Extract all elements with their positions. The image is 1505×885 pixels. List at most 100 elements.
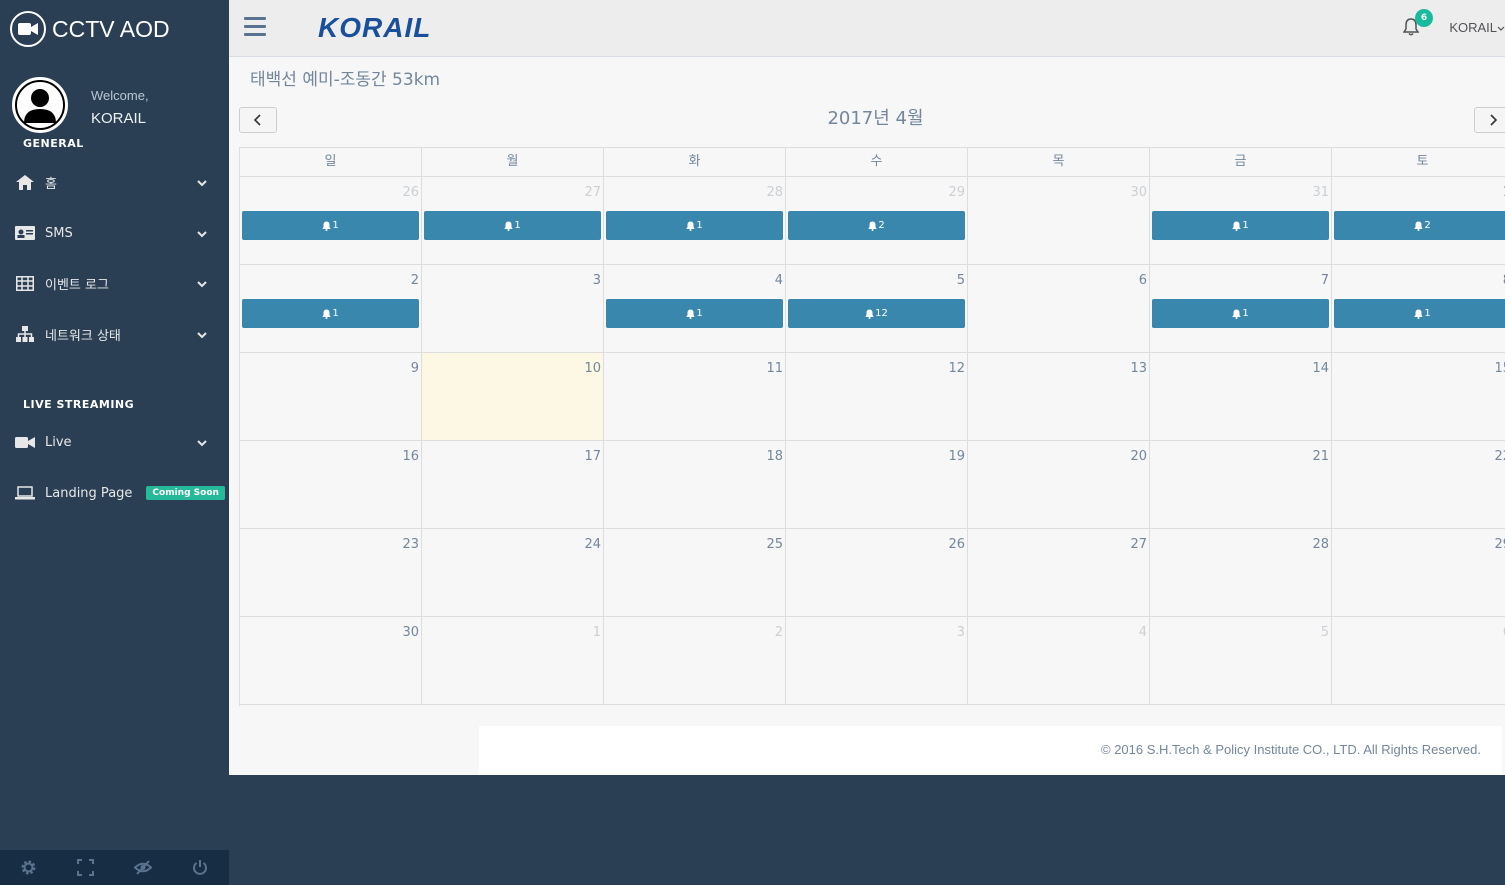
calendar-day-cell[interactable]: 28 1	[604, 177, 786, 265]
calendar-day-cell[interactable]: 15	[1332, 353, 1505, 441]
day-number: 14	[1312, 361, 1329, 376]
calendar-day-cell[interactable]: 30	[240, 617, 422, 705]
calendar-day-cell[interactable]: 29	[1332, 529, 1505, 617]
calendar-day-cell[interactable]: 26 1	[240, 177, 422, 265]
calendar-day-cell[interactable]: 27 1	[422, 177, 604, 265]
event-badge[interactable]: 2	[1334, 211, 1505, 240]
calendar-day-cell[interactable]: 21	[240, 265, 422, 353]
day-number: 5	[956, 273, 965, 288]
brand[interactable]: CCTV AOD	[10, 11, 170, 47]
main-content: 태백선 예미-조동간 53km 2017년 4월 일 월 화 수 목 금 토 26 1 27 1 28…	[229, 57, 1505, 775]
weekday-header: 월	[422, 148, 604, 177]
calendar-day-cell[interactable]: 24	[422, 529, 604, 617]
event-count: 1	[696, 220, 703, 231]
calendar-day-cell[interactable]: 12	[786, 353, 968, 441]
calendar-day-cell[interactable]: 1	[422, 617, 604, 705]
calendar-day-cell[interactable]: 21	[1150, 441, 1332, 529]
calendar-day-cell[interactable]: 41	[604, 265, 786, 353]
calendar-day-cell[interactable]: 6	[1332, 617, 1505, 705]
chevron-right-icon	[1490, 114, 1497, 126]
calendar-day-cell[interactable]: 31 1	[1150, 177, 1332, 265]
calendar-day-cell[interactable]: 71	[1150, 265, 1332, 353]
calendar-day-cell[interactable]: 25	[604, 529, 786, 617]
event-badge[interactable]: 1	[242, 299, 419, 328]
day-number: 28	[766, 185, 783, 200]
calendar-day-cell[interactable]: 16	[240, 441, 422, 529]
sidebar-item-label: SMS	[45, 225, 73, 241]
calendar-day-cell[interactable]: 12	[1332, 177, 1505, 265]
weekday-header: 목	[968, 148, 1150, 177]
event-badge[interactable]: 12	[788, 299, 965, 328]
calendar-day-cell[interactable]: 22	[1332, 441, 1505, 529]
event-badge[interactable]: 1	[606, 299, 783, 328]
calendar-day-cell[interactable]: 27	[968, 529, 1150, 617]
calendar-day-cell[interactable]: 30	[968, 177, 1150, 265]
sidebar-footer	[0, 850, 229, 885]
calendar-day-cell[interactable]: 14	[1150, 353, 1332, 441]
sidebar-item-home[interactable]: 홈	[0, 164, 229, 200]
calendar-day-cell[interactable]: 23	[240, 529, 422, 617]
event-badge[interactable]: 1	[606, 211, 783, 240]
calendar-day-cell[interactable]: 18	[604, 441, 786, 529]
day-number: 21	[1312, 449, 1329, 464]
calendar-day-cell[interactable]: 3	[786, 617, 968, 705]
event-badge[interactable]: 1	[1334, 299, 1505, 328]
sidebar-item-event-log[interactable]: 이벤트 로그	[0, 265, 229, 301]
chevron-down-icon	[197, 176, 207, 191]
day-number: 2	[410, 273, 419, 288]
calendar-day-cell[interactable]: 4	[968, 617, 1150, 705]
event-badge[interactable]: 1	[242, 211, 419, 240]
event-badge[interactable]: 1	[424, 211, 601, 240]
calendar-day-cell[interactable]: 29 2	[786, 177, 968, 265]
sidebar-item-sms[interactable]: SMS	[0, 215, 229, 251]
calendar-day-cell[interactable]: 17	[422, 441, 604, 529]
calendar-day-cell[interactable]: 81	[1332, 265, 1505, 353]
day-number: 25	[766, 537, 783, 552]
calendar-day-cell[interactable]: 13	[968, 353, 1150, 441]
sidebar-item-landing-page[interactable]: Landing Page Coming Soon	[0, 475, 229, 511]
event-badge[interactable]: 2	[788, 211, 965, 240]
day-number: 26	[402, 185, 419, 200]
next-month-button[interactable]	[1474, 107, 1505, 133]
event-count: 1	[1242, 220, 1249, 231]
event-badge[interactable]: 1	[1152, 299, 1329, 328]
user-menu-dropdown[interactable]: KORAIL	[1449, 20, 1505, 35]
calendar-day-cell[interactable]: 5 12	[786, 265, 968, 353]
calendar-day-cell[interactable]: 5	[1150, 617, 1332, 705]
calendar-grid: 일월화수목금토261271281292303111221341512671819…	[239, 147, 1505, 706]
id-card-icon	[15, 225, 35, 241]
fullscreen-icon[interactable]	[74, 856, 98, 880]
calendar-day-cell[interactable]: 11	[604, 353, 786, 441]
sidebar-item-label: Live	[45, 434, 72, 450]
day-number: 4	[1138, 625, 1147, 640]
calendar-day-cell[interactable]: 10	[422, 353, 604, 441]
calendar-day-cell[interactable]: 28	[1150, 529, 1332, 617]
calendar-day-cell[interactable]: 20	[968, 441, 1150, 529]
day-number: 3	[592, 273, 601, 288]
calendar-day-cell[interactable]: 26	[786, 529, 968, 617]
power-icon[interactable]	[188, 856, 212, 880]
day-number: 3	[956, 625, 965, 640]
bell-icon	[686, 309, 696, 319]
day-number: 10	[584, 361, 601, 376]
prev-month-button[interactable]	[239, 107, 277, 133]
calendar-day-cell[interactable]: 3	[422, 265, 604, 353]
lock-icon[interactable]	[131, 856, 155, 880]
day-number: 12	[948, 361, 965, 376]
bell-icon	[322, 221, 332, 231]
day-number: 26	[948, 537, 965, 552]
calendar-day-cell[interactable]: 19	[786, 441, 968, 529]
day-number: 2	[774, 625, 783, 640]
sidebar-item-network-status[interactable]: 네트워크 상태	[0, 316, 229, 352]
copyright-text: © 2016 S.H.Tech & Policy Institute CO., …	[1101, 742, 1481, 757]
avatar	[12, 77, 68, 133]
chevron-down-icon	[197, 227, 207, 242]
calendar-day-cell[interactable]: 2	[604, 617, 786, 705]
video-camera-icon	[15, 434, 35, 450]
menu-toggle-icon[interactable]	[244, 17, 266, 37]
sidebar-item-live[interactable]: Live	[0, 424, 229, 460]
settings-icon[interactable]	[17, 856, 41, 880]
calendar-day-cell[interactable]: 9	[240, 353, 422, 441]
event-badge[interactable]: 1	[1152, 211, 1329, 240]
calendar-day-cell[interactable]: 6	[968, 265, 1150, 353]
